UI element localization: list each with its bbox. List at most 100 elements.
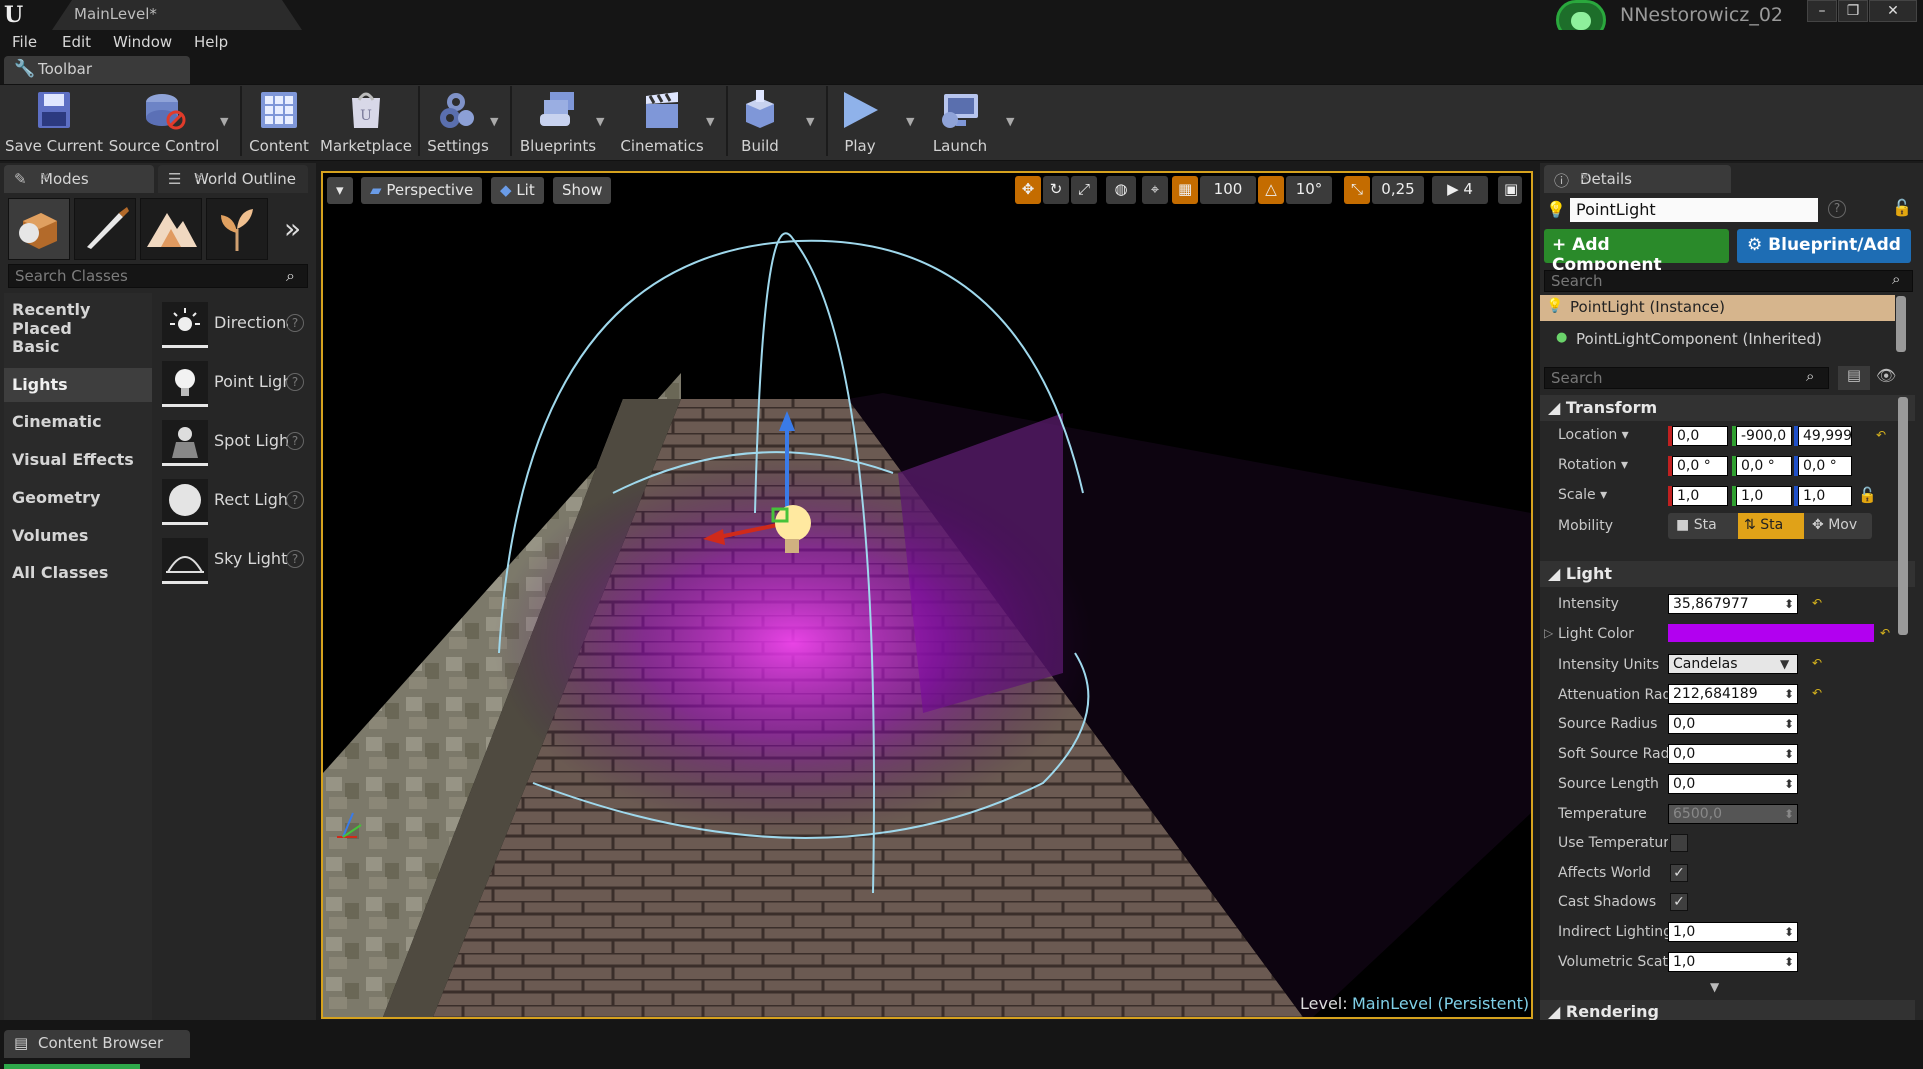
close-icon[interactable]: ✕ (194, 170, 300, 184)
spin-icon[interactable]: ⬍ (1784, 925, 1794, 939)
grid-snap-icon[interactable]: ▦ (1172, 176, 1198, 204)
surface-snap-icon[interactable]: ⌖ (1142, 176, 1168, 204)
location-x-field[interactable]: 0,0 (1672, 426, 1728, 446)
launch-dropdown-icon[interactable]: ▼ (1006, 115, 1014, 128)
mobility-stationary-button[interactable]: ⇅ Sta (1738, 513, 1804, 539)
lit-button[interactable]: ◆ Lit (491, 177, 544, 204)
details-search-input[interactable]: Search (1544, 367, 1829, 389)
category-all-classes[interactable]: All Classes (4, 556, 152, 590)
perspective-button[interactable]: ▰ Perspective (361, 177, 483, 204)
save-current-button[interactable]: Save Current (4, 86, 104, 158)
level-viewport[interactable] (321, 171, 1533, 1019)
light-item-point[interactable]: Point Light ? (158, 357, 312, 413)
intensity-units-dropdown[interactable]: Candelas (1668, 654, 1798, 674)
spin-icon[interactable]: ⬍ (1784, 747, 1794, 761)
close-icon[interactable]: ✕ (1580, 170, 1723, 184)
build-button[interactable]: Build (730, 86, 790, 158)
marketplace-button[interactable]: U Marketplace (318, 86, 414, 158)
cinematics-dropdown-icon[interactable]: ▼ (706, 115, 714, 128)
cast-shadows-checkbox[interactable]: ✓ (1670, 893, 1688, 911)
reset-icon[interactable]: ↶ (1812, 686, 1822, 700)
rotate-tool-icon[interactable]: ↻ (1043, 176, 1069, 204)
search-classes-input[interactable]: Search Classes (8, 264, 308, 288)
spin-icon[interactable]: ⬍ (1784, 807, 1794, 821)
menu-file[interactable]: File (12, 33, 37, 51)
play-button[interactable]: Play (830, 86, 890, 158)
spin-icon[interactable]: ⬍ (1784, 777, 1794, 791)
rendering-section-header[interactable]: ◢ Rendering (1540, 1000, 1915, 1022)
world-outliner-tab[interactable]: ☰ World Outline ✕ (158, 165, 308, 193)
actor-name-field[interactable]: PointLight (1570, 198, 1818, 222)
advanced-expand-icon[interactable]: ▼ (1710, 980, 1719, 994)
scale-label[interactable]: Scale ▾ (1558, 487, 1668, 503)
minimize-button[interactable]: – (1807, 0, 1837, 22)
translate-tool-icon[interactable]: ✥ (1015, 176, 1041, 204)
light-item-directional[interactable]: Directional Light ? (158, 298, 312, 354)
reset-icon[interactable]: ↶ (1812, 596, 1822, 610)
reset-icon[interactable]: ↶ (1876, 428, 1886, 442)
help-icon[interactable]: ? (286, 314, 304, 332)
component-instance-row[interactable]: PointLight (Instance) (1540, 295, 1895, 321)
rotation-label[interactable]: Rotation ▾ (1558, 457, 1668, 473)
temperature-field[interactable]: 6500,0 (1668, 804, 1798, 824)
build-dropdown-icon[interactable]: ▼ (806, 115, 814, 128)
scale-snap-icon[interactable]: ⤡ (1344, 176, 1370, 204)
volumetric-scattering-field[interactable]: 1,0 (1668, 952, 1798, 972)
grid-snap-value[interactable]: 100 (1200, 176, 1256, 204)
world-local-icon[interactable]: ◍ (1106, 176, 1136, 204)
spin-icon[interactable]: ⬍ (1784, 955, 1794, 969)
light-section-header[interactable]: ◢ Light (1540, 561, 1915, 587)
dropdown-arrow-icon[interactable]: ▼ (1780, 657, 1789, 671)
scale-x-field[interactable]: 1,0 (1672, 486, 1728, 506)
spin-icon[interactable]: ⬍ (1784, 717, 1794, 731)
component-inherited-row[interactable]: PointLightComponent (Inherited) (1540, 326, 1895, 352)
help-icon[interactable]: ? (286, 373, 304, 391)
details-tab[interactable]: ⓘ Details ✕ (1544, 165, 1731, 193)
intensity-field[interactable]: 35,867977 (1668, 594, 1798, 614)
foliage-mode-button[interactable] (206, 198, 268, 260)
play-dropdown-icon[interactable]: ▼ (906, 115, 914, 128)
landscape-mode-button[interactable] (140, 198, 202, 260)
menu-help[interactable]: Help (194, 33, 228, 51)
help-icon[interactable]: ? (286, 432, 304, 450)
category-lights[interactable]: Lights (4, 368, 152, 402)
spin-icon[interactable]: ⬍ (1784, 597, 1794, 611)
transform-section-header[interactable]: ◢ Transform (1540, 395, 1915, 421)
scale-y-field[interactable]: 1,0 (1736, 486, 1792, 506)
mobility-movable-button[interactable]: ✥ Mov (1806, 513, 1872, 539)
mobility-static-button[interactable]: ■ Sta (1670, 513, 1736, 539)
rotate-snap-icon[interactable]: △ (1258, 176, 1284, 204)
settings-dropdown-icon[interactable]: ▼ (490, 115, 498, 128)
location-z-field[interactable]: 49,9999 (1798, 426, 1852, 446)
source-radius-field[interactable]: 0,0 (1668, 714, 1798, 734)
light-color-swatch[interactable] (1668, 624, 1874, 642)
viewport-options-button[interactable]: ▾ (327, 177, 353, 204)
settings-button[interactable]: Settings (422, 86, 494, 158)
scale-z-field[interactable]: 1,0 (1798, 486, 1852, 506)
camera-speed-button[interactable]: ▶ 4 (1432, 176, 1488, 204)
paint-mode-button[interactable] (74, 198, 136, 260)
component-search-input[interactable]: Search (1544, 270, 1913, 292)
category-visual-effects[interactable]: Visual Effects (4, 443, 152, 477)
chevron-right-icon[interactable]: » (284, 212, 301, 245)
category-cinematic[interactable]: Cinematic (4, 405, 152, 439)
scale-tool-icon[interactable]: ⤢ (1071, 176, 1097, 204)
lock-icon[interactable]: 🔓 (1892, 198, 1912, 217)
rotation-x-field[interactable]: 0,0 ° (1672, 456, 1728, 476)
rotation-z-field[interactable]: 0,0 ° (1798, 456, 1852, 476)
source-length-field[interactable]: 0,0 (1668, 774, 1798, 794)
location-label[interactable]: Location ▾ (1558, 427, 1668, 443)
category-volumes[interactable]: Volumes (4, 519, 152, 553)
maximize-button[interactable]: ❐ (1838, 0, 1868, 22)
indirect-lighting-field[interactable]: 1,0 (1668, 922, 1798, 942)
eye-icon[interactable]: 👁 (1876, 366, 1896, 385)
launch-button[interactable]: Launch (924, 86, 996, 158)
scale-snap-value[interactable]: 0,25 (1372, 176, 1424, 204)
content-button[interactable]: Content (244, 86, 314, 158)
category-geometry[interactable]: Geometry (4, 481, 152, 515)
show-button[interactable]: Show (553, 177, 612, 204)
menu-window[interactable]: Window (113, 33, 172, 51)
category-basic[interactable]: Basic (4, 330, 152, 364)
light-item-sky[interactable]: Sky Light ? (158, 534, 312, 590)
spin-icon[interactable]: ⬍ (1784, 687, 1794, 701)
